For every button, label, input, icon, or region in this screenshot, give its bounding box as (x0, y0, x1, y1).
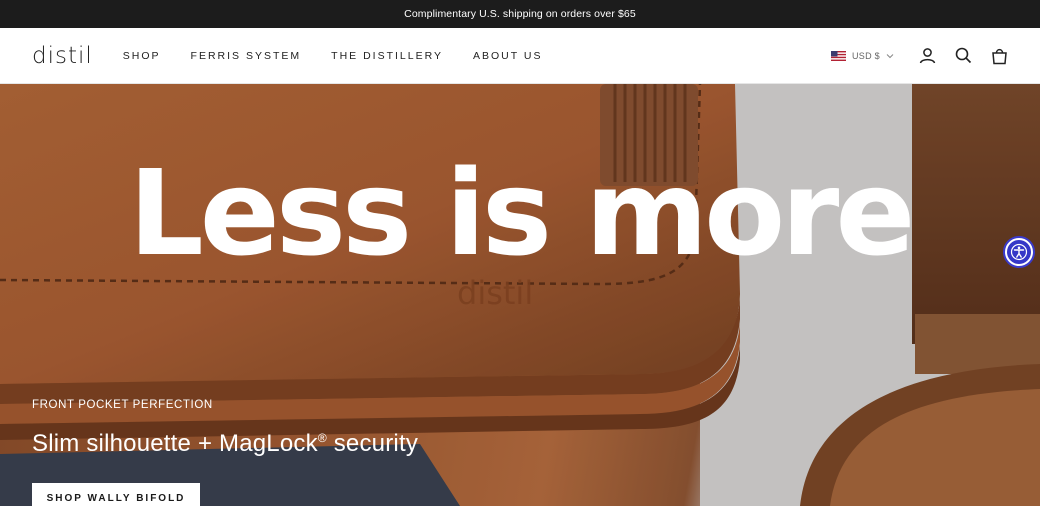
currency-label: USD $ (851, 50, 880, 61)
subhead-main: Slim silhouette + MagLock (32, 430, 318, 457)
site-header: distil SHOP FERRIS SYSTEM THE DISTILLERY… (0, 28, 1040, 84)
nav-shop[interactable]: SHOP (123, 50, 161, 62)
announcement-text: Complimentary U.S. shipping on orders ov… (404, 8, 636, 20)
chevron-down-icon (886, 53, 894, 58)
currency-selector[interactable]: USD $ (830, 50, 894, 61)
main-nav: SHOP FERRIS SYSTEM THE DISTILLERY ABOUT … (123, 50, 543, 62)
nav-ferris-system[interactable]: FERRIS SYSTEM (191, 50, 302, 62)
hero-headline: Less is more (128, 144, 916, 282)
hero-kicker: FRONT POCKET PERFECTION (32, 399, 213, 411)
shop-wally-bifold-button[interactable]: SHOP WALLY BIFOLD (32, 483, 200, 506)
hero-subhead: Slim silhouette + MagLock® security (32, 430, 418, 458)
nav-about-us[interactable]: ABOUT US (473, 50, 542, 62)
header-actions: USD $ (830, 47, 1008, 65)
hero-banner: distil Less is more FRONT POCKET PERFECT… (0, 84, 1040, 506)
search-icon[interactable] (954, 47, 972, 65)
account-icon[interactable] (918, 47, 936, 65)
us-flag-icon (830, 50, 846, 61)
registered-mark: ® (317, 431, 327, 445)
accessibility-icon (1007, 240, 1031, 264)
announcement-bar: Complimentary U.S. shipping on orders ov… (0, 0, 1040, 28)
accessibility-button[interactable] (1003, 236, 1035, 268)
cart-icon[interactable] (990, 47, 1008, 65)
nav-the-distillery[interactable]: THE DISTILLERY (331, 50, 443, 62)
site-logo[interactable]: distil (32, 43, 93, 69)
subhead-tail: security (326, 430, 419, 457)
